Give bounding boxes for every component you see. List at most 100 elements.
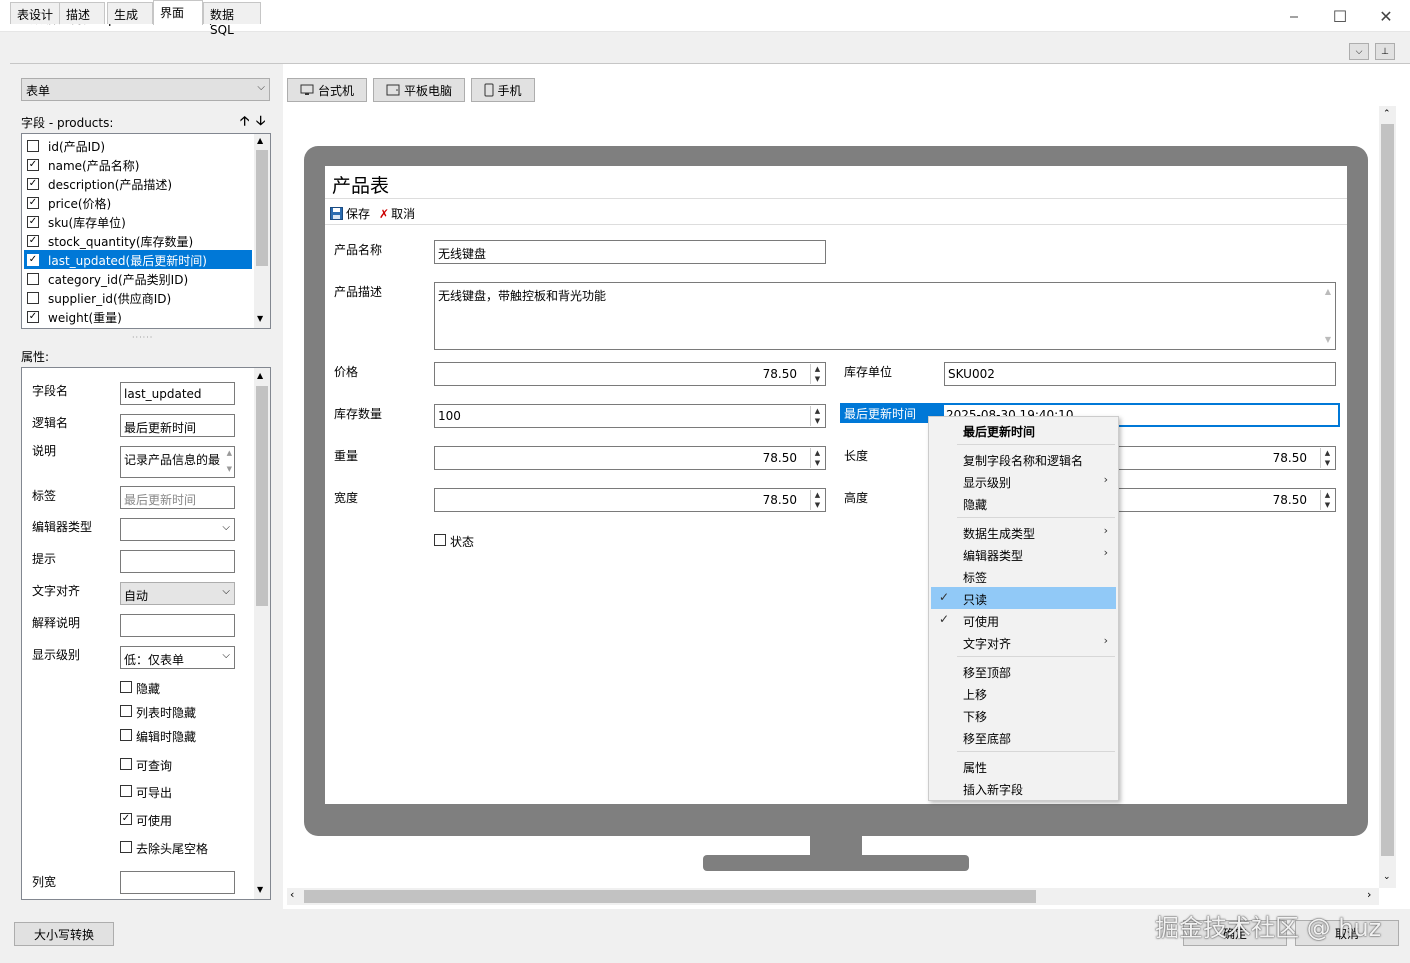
- field-list-scroll-thumb[interactable]: [256, 150, 268, 266]
- stock-spinner[interactable]: ▲ ▼: [810, 406, 824, 426]
- property-checkbox[interactable]: 可导出: [120, 784, 172, 801]
- context-menu-item[interactable]: 复制字段名称和逻辑名: [931, 448, 1116, 470]
- tab-table-design[interactable]: 表设计: [10, 2, 60, 24]
- context-menu-item[interactable]: 属性: [931, 755, 1116, 777]
- scroll-down-icon[interactable]: ⌄: [1383, 872, 1391, 882]
- field-checkbox[interactable]: ✓: [27, 254, 39, 266]
- scroll-down-icon[interactable]: ▼: [257, 885, 263, 894]
- product-desc-input[interactable]: 无线键盘，带触控板和背光功能 ▲ ▼: [434, 282, 1336, 350]
- form-type-select[interactable]: 表单 ⌵: [21, 78, 270, 101]
- field-list-item[interactable]: ✓ description(产品描述): [24, 174, 252, 193]
- device-tablet-button[interactable]: 平板电脑: [373, 78, 465, 102]
- column-width-input[interactable]: [120, 871, 235, 894]
- scroll-up-icon[interactable]: ▲: [227, 449, 232, 457]
- weight-input[interactable]: 78.50 ▲ ▼: [434, 446, 826, 470]
- field-checkbox[interactable]: ✓: [27, 197, 39, 209]
- text-align-select[interactable]: 自动 ⌵: [120, 582, 235, 605]
- tab-data-sql[interactable]: 数据SQL: [203, 2, 261, 37]
- explain-input[interactable]: [120, 614, 235, 637]
- tag-input[interactable]: 最后更新时间: [120, 486, 235, 509]
- status-checkbox[interactable]: 状态: [434, 533, 474, 550]
- context-menu-item[interactable]: 下移: [931, 704, 1116, 726]
- context-menu-item[interactable]: 显示级别 ›: [931, 470, 1116, 492]
- scroll-left-icon[interactable]: ‹: [290, 888, 294, 901]
- context-menu-item[interactable]: 移至顶部: [931, 660, 1116, 682]
- width-spinner[interactable]: ▲ ▼: [810, 490, 824, 510]
- height-spinner[interactable]: ▲ ▼: [1320, 490, 1334, 510]
- width-input[interactable]: 78.50 ▲ ▼: [434, 488, 826, 512]
- splitter-grip[interactable]: ······: [132, 333, 153, 342]
- device-phone-button[interactable]: 手机: [471, 78, 535, 102]
- field-list-item[interactable]: supplier_id(供应商ID): [24, 288, 252, 307]
- description-input[interactable]: 记录产品信息的最 ▲ ▼: [120, 446, 235, 478]
- field-checkbox[interactable]: [27, 292, 39, 304]
- move-down-icon[interactable]: 🡣: [256, 112, 265, 134]
- close-button[interactable]: ✕: [1363, 0, 1409, 32]
- field-list-scrollbar[interactable]: ▲ ▼: [254, 134, 270, 328]
- collapse-button[interactable]: ⌵: [1349, 43, 1369, 60]
- maximize-button[interactable]: ☐: [1317, 0, 1363, 32]
- context-menu-item[interactable]: 隐藏: [931, 492, 1116, 514]
- length-spinner[interactable]: ▲ ▼: [1320, 448, 1334, 468]
- stock-input[interactable]: 100 ▲ ▼: [434, 404, 826, 428]
- preview-vscroll-thumb[interactable]: [1381, 124, 1394, 856]
- hint-input[interactable]: [120, 550, 235, 573]
- case-convert-button[interactable]: 大小写转换: [14, 922, 114, 946]
- property-checkbox[interactable]: 可查询: [120, 757, 172, 774]
- price-input[interactable]: 78.50 ▲ ▼: [434, 362, 826, 386]
- field-list-item[interactable]: ✓ stock_quantity(库存数量): [24, 231, 252, 250]
- scroll-up-icon[interactable]: ▲: [257, 136, 263, 145]
- field-list-item[interactable]: ✓ price(价格): [24, 193, 252, 212]
- field-list-item[interactable]: ✓ sku(库存单位): [24, 212, 252, 231]
- field-checkbox[interactable]: ✓: [27, 178, 39, 190]
- scroll-up-icon[interactable]: ⌃: [1383, 109, 1391, 119]
- field-checkbox[interactable]: [27, 140, 39, 152]
- context-menu-item[interactable]: 上移: [931, 682, 1116, 704]
- field-checkbox[interactable]: ✓: [27, 159, 39, 171]
- pin-button[interactable]: ⊥: [1375, 43, 1395, 60]
- context-menu-item[interactable]: ✓ 只读: [931, 587, 1116, 609]
- properties-scrollbar[interactable]: ▲ ▼: [254, 368, 270, 899]
- sku-input[interactable]: SKU002: [944, 362, 1336, 386]
- field-list[interactable]: ▲ ▼ id(产品ID) ✓ name(产品名称) ✓ description(产品描述…: [21, 133, 271, 329]
- cancel-button[interactable]: ✗ 取消: [379, 205, 415, 222]
- property-checkbox[interactable]: 去除头尾空格: [120, 840, 208, 857]
- tab-generate[interactable]: 生成: [107, 2, 153, 24]
- scroll-down-icon[interactable]: ▼: [1325, 335, 1331, 344]
- properties-scroll-thumb[interactable]: [256, 386, 268, 606]
- product-name-input[interactable]: 无线键盘: [434, 240, 826, 264]
- context-menu-item[interactable]: 编辑器类型 ›: [931, 543, 1116, 565]
- context-menu-item[interactable]: 文字对齐 ›: [931, 631, 1116, 653]
- device-desktop-button[interactable]: 台式机: [287, 78, 367, 102]
- field-checkbox[interactable]: ✓: [27, 235, 39, 247]
- field-list-item[interactable]: ✓ last_updated(最后更新时间): [24, 250, 252, 269]
- display-level-select[interactable]: 低：仅表单 ⌵: [120, 646, 235, 669]
- tab-interface[interactable]: 界面: [153, 0, 203, 25]
- field-list-item[interactable]: ✓ name(产品名称): [24, 155, 252, 174]
- scroll-down-icon[interactable]: ▼: [227, 465, 232, 473]
- move-up-icon[interactable]: 🡡: [240, 112, 249, 134]
- property-checkbox[interactable]: 编辑时隐藏: [120, 728, 196, 745]
- context-menu-item[interactable]: 数据生成类型 ›: [931, 521, 1116, 543]
- tab-description[interactable]: 描述: [59, 2, 105, 24]
- preview-vscrollbar[interactable]: ⌃ ⌄: [1379, 106, 1396, 888]
- scroll-up-icon[interactable]: ▲: [257, 371, 263, 380]
- context-menu-item[interactable]: 插入新字段: [931, 777, 1116, 799]
- scroll-up-icon[interactable]: ▲: [1325, 287, 1331, 296]
- save-button[interactable]: 保存: [330, 205, 370, 222]
- context-menu-item[interactable]: 移至底部: [931, 726, 1116, 748]
- context-menu-item[interactable]: 标签: [931, 565, 1116, 587]
- context-menu-item[interactable]: ✓ 可使用: [931, 609, 1116, 631]
- logic-name-input[interactable]: 最后更新时间: [120, 414, 235, 437]
- property-checkbox[interactable]: 隐藏: [120, 680, 160, 697]
- editor-type-select[interactable]: ⌵: [120, 518, 235, 541]
- field-list-item[interactable]: ✓ weight(重量): [24, 307, 252, 326]
- minimize-button[interactable]: ⎯: [1271, 0, 1317, 32]
- preview-hscroll-thumb[interactable]: [304, 890, 1036, 903]
- field-checkbox[interactable]: ✓: [27, 216, 39, 228]
- property-checkbox[interactable]: ✓ 可使用: [120, 812, 172, 829]
- field-list-item[interactable]: category_id(产品类别ID): [24, 269, 252, 288]
- field-list-item[interactable]: id(产品ID): [24, 136, 252, 155]
- field-name-input[interactable]: last_updated: [120, 382, 235, 405]
- weight-spinner[interactable]: ▲ ▼: [810, 448, 824, 468]
